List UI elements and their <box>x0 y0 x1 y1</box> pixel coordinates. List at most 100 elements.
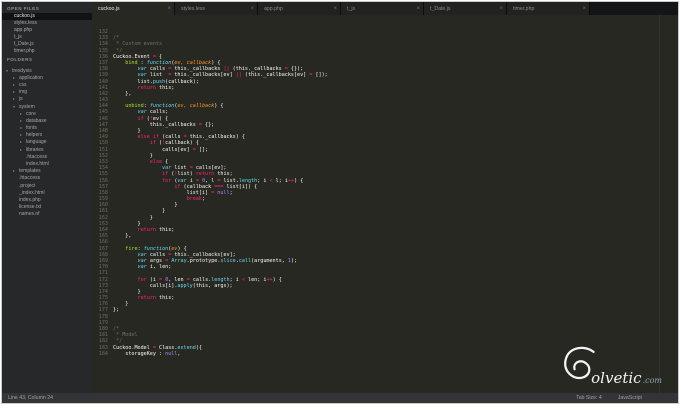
code-token: break <box>186 196 202 203</box>
folder-img[interactable]: ▸ img <box>2 89 92 96</box>
code-token: calls[ev] <box>113 146 193 153</box>
file-index.html[interactable]: index.html <box>2 160 92 167</box>
folder-helpers[interactable]: ▸ helpers <box>2 132 92 139</box>
folder-fonts[interactable]: ▸ fonts <box>2 125 92 132</box>
editor-pane[interactable]: 132 133/* 134 * Custom events 135 */136 Cuck… <box>92 15 678 393</box>
file-.htaccess[interactable]: .htaccess <box>2 175 92 182</box>
file-names.nf[interactable]: names.nf <box>2 211 92 218</box>
code-token: calls[i]. <box>113 282 178 289</box>
file-.htaccess[interactable]: .htaccess <box>2 153 92 160</box>
tree-item-label: system <box>19 103 35 110</box>
tab-close-icon[interactable]: × <box>499 6 503 12</box>
code-token: len; i <box>244 276 267 283</box>
open-file-cuckoo.js[interactable]: cuckoo.js <box>2 13 92 20</box>
syntax-indicator[interactable]: JavaScript <box>618 395 642 401</box>
folder-libraries[interactable]: ▸ libraries <box>2 146 92 153</box>
code-token: bind <box>125 59 138 66</box>
code-token: }; <box>113 307 120 314</box>
code-token: i <box>186 177 196 184</box>
folder-core[interactable]: ▸ core <box>2 110 92 117</box>
file-license.txt[interactable]: license.txt <box>2 204 92 211</box>
code-token: call <box>238 257 252 264</box>
folder-css[interactable]: ▸ css <box>2 81 92 88</box>
code-token: : <box>137 59 147 66</box>
chevron-right-icon: ▸ <box>20 139 23 145</box>
tree-item-label: templates <box>19 168 41 175</box>
code-token: ; i <box>229 276 242 283</box>
tab-size-indicator[interactable]: Tab Size: 4 <box>576 395 602 401</box>
tree-item-label: names.nf <box>19 211 40 218</box>
code-area[interactable]: 132 133/* 134 * Custom events 135 */136 Cuck… <box>92 29 678 357</box>
folder-templates[interactable]: ▸ templates <box>2 168 92 175</box>
code-token: this; <box>155 227 175 233</box>
code-token: return <box>195 171 215 178</box>
open-files-list: cuckoo.js styles.less app.php t_js t_Date.js… <box>2 13 92 55</box>
tab-styles.less[interactable]: styles.less × <box>175 2 258 15</box>
code-token: var <box>177 177 187 184</box>
tab-app.php[interactable]: app.php × <box>258 2 341 15</box>
code-token: {}); <box>287 66 304 73</box>
tab-t_Date.js[interactable]: t_Date.js × <box>424 2 507 15</box>
code-token: ev) { <box>152 115 169 122</box>
open-file-app.php[interactable]: app.php <box>2 27 92 34</box>
file-_index.html[interactable]: _index.html <box>2 189 92 196</box>
folder-application[interactable]: ▸ application <box>2 74 92 81</box>
folder-database[interactable]: ▸ database <box>2 117 92 124</box>
statusbar-right: Tab Size: 4 JavaScript <box>576 395 642 401</box>
file-.project[interactable]: .project <box>2 182 92 189</box>
code-editor-window: OPEN FILES cuckoo.js styles.less app.php t_… <box>1 1 679 404</box>
tab-close-icon[interactable]: × <box>416 6 420 12</box>
chevron-right-icon: ▸ <box>20 132 23 138</box>
tab-close-icon[interactable]: × <box>167 6 171 12</box>
code-token: push <box>152 78 166 85</box>
logo-wordmark: olvetic <box>591 368 642 387</box>
status-bar: Line 43, Column 24 Tab Size: 4 JavaScrip… <box>2 393 678 403</box>
code-token: (callback <box>180 183 215 190</box>
code-token: slice <box>220 257 236 264</box>
code-token: callback) { <box>165 140 199 147</box>
folder-language[interactable]: ▸ language <box>2 139 92 146</box>
editor-main: cuckoo.js × styles.less × app.php × t_js × t_Dat… <box>92 2 678 393</box>
code-token: for <box>162 177 172 184</box>
open-files-header: OPEN FILES <box>7 6 40 11</box>
code-token: * Custom events <box>113 41 163 48</box>
tab-t_js[interactable]: t_js × <box>341 2 424 15</box>
open-file-timer.php[interactable]: timer.php <box>2 48 92 55</box>
code-token: return <box>137 84 156 91</box>
tab-close-icon[interactable]: × <box>250 6 254 12</box>
folder-tresdysis[interactable]: ▾ tresdysis <box>2 67 92 74</box>
code-token: .prototype. <box>186 257 221 264</box>
code-token: * Model <box>113 332 138 339</box>
code-token: (this._callbacks <box>229 66 285 73</box>
chevron-right-icon: ▸ <box>20 146 23 152</box>
open-file-t_js[interactable]: t_js <box>2 34 92 41</box>
code-token: ) { <box>214 103 224 110</box>
editor-body: OPEN FILES cuckoo.js styles.less app.php t_… <box>2 2 678 393</box>
chevron-right-icon: ▸ <box>13 81 16 87</box>
minimap[interactable] <box>659 15 678 393</box>
logo-domain-suffix: .com <box>642 376 662 385</box>
code-line-content: }, <box>113 233 131 239</box>
code-token: length <box>211 276 230 283</box>
folder-system[interactable]: ▾ system <box>2 103 92 110</box>
tree-item-label: core <box>26 110 36 117</box>
tab-cuckoo.js[interactable]: cuckoo.js × <box>92 2 175 15</box>
tab-timer.php[interactable]: timer.php × <box>507 2 590 15</box>
tab-close-icon[interactable]: × <box>582 6 586 12</box>
open-file-t_Date.js[interactable]: t_Date.js <box>2 41 92 48</box>
open-file-styles.less[interactable]: styles.less <box>2 20 92 27</box>
folder-js[interactable]: ▸ js <box>2 96 92 103</box>
tab-close-icon[interactable]: × <box>333 6 337 12</box>
code-token: var <box>137 251 147 258</box>
file-index.php[interactable]: index.php <box>2 196 92 203</box>
